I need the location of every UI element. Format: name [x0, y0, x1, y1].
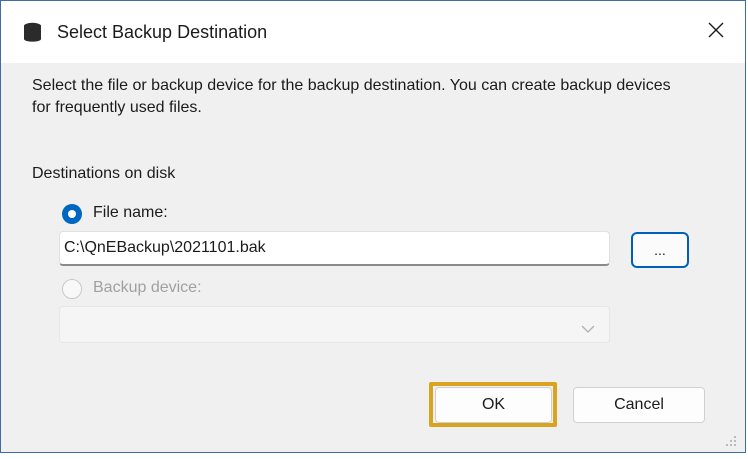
close-button[interactable]	[687, 1, 745, 63]
dialog-title: Select Backup Destination	[57, 22, 268, 42]
backup-device-radio[interactable]	[62, 279, 82, 299]
resize-grip-icon[interactable]	[725, 434, 737, 446]
cancel-button[interactable]: Cancel	[573, 387, 705, 423]
file-name-input[interactable]	[59, 231, 610, 266]
file-name-label[interactable]: File name:	[93, 204, 168, 222]
title-bar: Select Backup Destination	[1, 1, 745, 63]
backup-device-label[interactable]: Backup device:	[93, 279, 202, 297]
browse-button[interactable]: ...	[631, 232, 689, 268]
close-icon	[708, 22, 724, 43]
dialog-description: Select the file or backup device for the…	[32, 77, 671, 116]
file-name-radio[interactable]	[62, 204, 82, 224]
database-icon	[23, 21, 42, 44]
chevron-down-icon	[581, 320, 595, 338]
select-backup-destination-dialog: Select Backup Destination Select the fil…	[0, 0, 746, 453]
backup-device-select[interactable]	[59, 306, 610, 343]
ok-button[interactable]: OK	[435, 387, 552, 423]
destinations-group-label: Destinations on disk	[32, 165, 176, 182]
